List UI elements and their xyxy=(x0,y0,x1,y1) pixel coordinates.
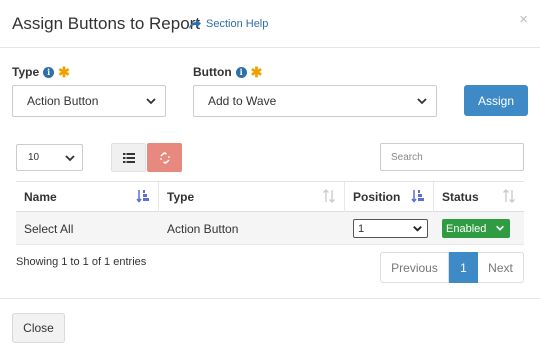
required-star-icon: ✱ xyxy=(58,64,70,80)
list-icon xyxy=(122,152,135,163)
chevron-down-icon xyxy=(146,98,156,105)
section-help-label: Section Help xyxy=(206,18,269,30)
column-header-type[interactable]: Type xyxy=(159,182,345,212)
type-label-group: Type i ✱ xyxy=(12,65,70,79)
sort-arrows-icon xyxy=(503,189,515,203)
sort-amount-icon xyxy=(136,190,149,203)
unassign-button[interactable] xyxy=(147,143,182,172)
section-help-link[interactable]: Section Help xyxy=(189,18,268,30)
close-button[interactable]: Close xyxy=(12,313,65,343)
chevron-down-icon xyxy=(496,225,504,231)
page-1-button[interactable]: 1 xyxy=(449,252,478,283)
column-header-status[interactable]: Status xyxy=(434,182,524,212)
pagination: Previous 1 Next xyxy=(380,252,524,283)
status-value: Enabled xyxy=(446,222,487,235)
table-header: Name Type Position Status xyxy=(16,181,524,212)
modal-title: Assign Buttons to Report xyxy=(12,14,201,33)
position-value: 1 xyxy=(358,222,365,235)
entries-summary: Showing 1 to 1 of 1 entries xyxy=(16,256,147,268)
page-size-select[interactable]: 10 xyxy=(16,144,83,171)
next-page-button[interactable]: Next xyxy=(478,252,524,283)
assign-buttons-modal: Assign Buttons to Report Section Help × … xyxy=(0,0,540,358)
sort-arrows-icon xyxy=(323,189,335,203)
type-select[interactable]: Action Button xyxy=(12,85,166,117)
list-view-button[interactable] xyxy=(111,143,146,172)
previous-page-button[interactable]: Previous xyxy=(380,252,449,283)
footer-divider xyxy=(0,298,540,299)
column-header-name[interactable]: Name xyxy=(16,182,159,212)
assign-button[interactable]: Assign xyxy=(464,85,528,116)
type-select-value: Action Button xyxy=(27,94,99,108)
type-label: Type xyxy=(12,65,40,79)
modal-header: Assign Buttons to Report Section Help × xyxy=(0,0,540,48)
close-icon[interactable]: × xyxy=(519,11,528,28)
share-arrow-icon xyxy=(189,19,201,29)
page-size-value: 10 xyxy=(28,152,40,163)
position-select[interactable]: 1 xyxy=(353,219,428,238)
table-row[interactable]: Select All Action Button 1 Enabled xyxy=(16,212,524,245)
required-star-icon: ✱ xyxy=(250,64,263,80)
button-label-group: Button i ✱ xyxy=(193,65,262,79)
search-placeholder: Search xyxy=(391,151,423,163)
search-input[interactable]: Search xyxy=(380,143,524,171)
button-select-value: Add to Wave xyxy=(208,94,277,108)
status-dropdown[interactable]: Enabled xyxy=(442,219,510,238)
chevron-down-icon xyxy=(413,226,422,232)
info-icon[interactable]: i xyxy=(235,66,247,78)
chevron-down-icon xyxy=(417,98,427,105)
column-header-position[interactable]: Position xyxy=(345,182,434,212)
cell-type: Action Button xyxy=(167,221,239,236)
cell-name: Select All xyxy=(24,221,74,236)
sort-amount-icon xyxy=(411,190,424,203)
button-label: Button xyxy=(193,65,232,79)
button-select[interactable]: Add to Wave xyxy=(193,85,437,117)
info-icon[interactable]: i xyxy=(43,66,55,78)
chevron-down-icon xyxy=(65,155,75,162)
unlink-icon xyxy=(159,151,170,164)
